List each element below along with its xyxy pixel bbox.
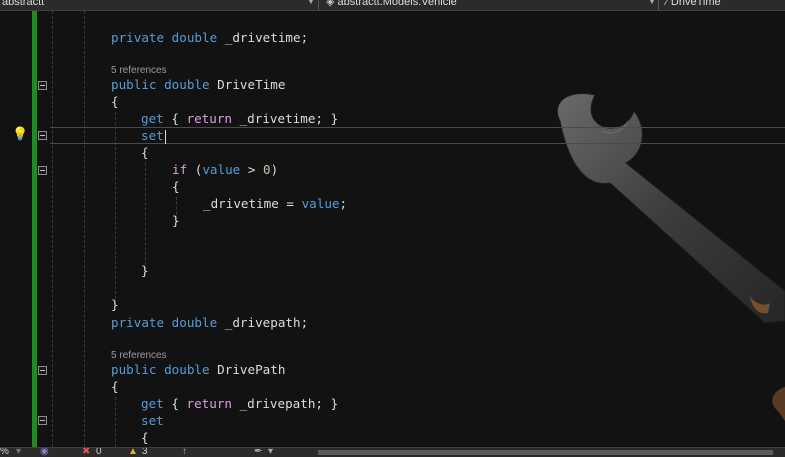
class-scope-label: abstractt.Models.Vehicle bbox=[337, 0, 457, 8]
code-token: double bbox=[171, 30, 218, 45]
divider bbox=[318, 0, 319, 10]
references-codelens[interactable]: 5 references bbox=[111, 65, 167, 76]
code-line[interactable]: private double _drivetime; bbox=[111, 29, 308, 46]
code-token: ) bbox=[270, 162, 279, 177]
code-token: ( bbox=[187, 162, 203, 177]
code-token: private bbox=[111, 30, 165, 45]
indent-guide bbox=[115, 397, 116, 447]
code-token: get bbox=[141, 111, 164, 126]
code-line[interactable]: { bbox=[141, 144, 149, 161]
code-token: return bbox=[186, 396, 233, 411]
code-token: double bbox=[164, 77, 210, 92]
class-scope-dropdown[interactable]: ◈ abstractt.Models.Vehicle bbox=[326, 0, 457, 10]
chevron-down-icon: ▼ bbox=[648, 0, 656, 6]
code-token: 0 bbox=[263, 162, 271, 177]
code-line[interactable]: { bbox=[111, 378, 119, 395]
code-token: > bbox=[240, 162, 264, 177]
code-line[interactable]: set bbox=[141, 412, 164, 429]
code-token: DrivePath bbox=[209, 362, 286, 377]
member-scope-dropdown[interactable]: ⁄ DriveTime bbox=[666, 0, 721, 10]
code-token: _drivetime; bbox=[217, 30, 309, 45]
code-token: _drivetime; } bbox=[232, 111, 339, 126]
code-token: value bbox=[301, 196, 340, 211]
code-line[interactable]: private double _drivepath; bbox=[111, 314, 308, 331]
collapse-icon[interactable] bbox=[38, 366, 47, 375]
code-line[interactable]: if (value > 0) bbox=[172, 161, 278, 178]
code-token: private bbox=[111, 315, 165, 330]
code-token: get bbox=[141, 396, 164, 411]
class-icon: ◈ bbox=[326, 0, 335, 8]
code-token: value bbox=[202, 162, 241, 177]
code-token: { bbox=[163, 396, 187, 411]
code-token: return bbox=[186, 111, 233, 126]
code-token: _drivepath; } bbox=[232, 396, 339, 411]
code-token: public bbox=[111, 77, 157, 92]
navigation-bar: abstractt ▼ ◈ abstractt.Models.Vehicle ▼… bbox=[0, 0, 785, 11]
member-scope-label: DriveTime bbox=[670, 0, 721, 8]
horizontal-scrollbar[interactable] bbox=[318, 450, 773, 455]
collapse-icon[interactable] bbox=[38, 81, 47, 90]
references-codelens[interactable]: 5 references bbox=[111, 350, 167, 361]
code-token: public bbox=[111, 362, 157, 377]
code-line[interactable]: } bbox=[111, 296, 119, 313]
code-line[interactable]: set bbox=[141, 127, 166, 144]
code-token: ; bbox=[339, 196, 348, 211]
code-token: set bbox=[141, 413, 164, 428]
chevron-down-icon: ▼ bbox=[307, 0, 315, 6]
code-token: _drivetime = bbox=[203, 196, 302, 211]
code-line[interactable]: public double DrivePath bbox=[111, 361, 285, 378]
code-editor[interactable]: 💡 private double _drivetime; 5 reference… bbox=[0, 11, 785, 447]
code-line[interactable]: public double DriveTime bbox=[111, 76, 285, 93]
indent-guide bbox=[84, 11, 85, 447]
code-token: DriveTime bbox=[209, 77, 286, 92]
code-token: { bbox=[163, 111, 187, 126]
project-label: abstractt bbox=[2, 0, 45, 8]
code-line[interactable]: { bbox=[111, 93, 119, 110]
code-line[interactable]: _drivetime = value; bbox=[203, 195, 347, 212]
code-line[interactable]: get { return _drivetime; } bbox=[141, 110, 338, 127]
code-token: if bbox=[172, 162, 188, 177]
code-token: _drivepath; bbox=[217, 315, 309, 330]
code-line[interactable]: } bbox=[141, 262, 149, 279]
indent-guide bbox=[145, 163, 146, 270]
code-line[interactable]: { bbox=[141, 429, 149, 446]
indent-guide bbox=[52, 11, 53, 447]
code-line[interactable]: } bbox=[172, 212, 180, 229]
code-line[interactable]: get { return _drivepath; } bbox=[141, 395, 338, 412]
code-token: set bbox=[141, 128, 164, 143]
divider bbox=[658, 0, 659, 10]
change-tracking-bar bbox=[32, 11, 37, 447]
code-token: double bbox=[164, 362, 210, 377]
collapse-icon[interactable] bbox=[38, 166, 47, 175]
collapse-icon[interactable] bbox=[38, 416, 47, 425]
project-dropdown[interactable]: abstractt bbox=[2, 0, 44, 10]
lightbulb-icon[interactable]: 💡 bbox=[12, 128, 28, 141]
text-caret bbox=[164, 129, 166, 144]
code-token: double bbox=[171, 315, 218, 330]
code-line[interactable]: { bbox=[172, 178, 180, 195]
collapse-icon[interactable] bbox=[38, 131, 47, 140]
wrench-small-icon: ⁄ bbox=[666, 0, 668, 8]
